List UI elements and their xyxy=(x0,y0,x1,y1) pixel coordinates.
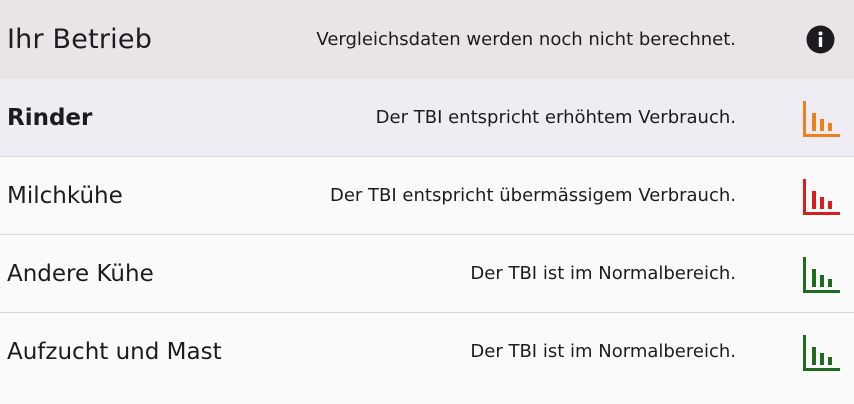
row-name: Andere Kühe xyxy=(7,261,154,287)
page-title: Ihr Betrieb xyxy=(7,24,153,55)
bar-chart-icon[interactable] xyxy=(800,99,840,139)
list-item-aufzucht-und-mast[interactable]: Aufzucht und Mast Der TBI ist im Normalb… xyxy=(0,313,854,404)
row-name: Aufzucht und Mast xyxy=(7,339,222,365)
row-name: Milchkühe xyxy=(7,183,123,209)
header-bar: Ihr Betrieb Vergleichsdaten werden noch … xyxy=(0,0,854,79)
bar-chart-icon[interactable] xyxy=(800,177,840,217)
list-item-milchkuehe[interactable]: Milchkühe Der TBI entspricht übermässige… xyxy=(0,157,854,235)
row-status: Der TBI ist im Normalbereich. xyxy=(470,263,736,284)
list-item-rinder[interactable]: Rinder Der TBI entspricht erhöhtem Verbr… xyxy=(0,79,854,157)
row-name: Rinder xyxy=(7,105,93,131)
bar-chart-icon[interactable] xyxy=(800,255,840,295)
row-status: Der TBI ist im Normalbereich. xyxy=(470,341,736,362)
info-icon[interactable] xyxy=(806,25,835,54)
row-status: Der TBI entspricht übermässigem Verbrauc… xyxy=(329,185,736,206)
row-status: Der TBI entspricht erhöhtem Verbrauch. xyxy=(375,107,736,128)
list-item-andere-kuehe[interactable]: Andere Kühe Der TBI ist im Normalbereich… xyxy=(0,235,854,313)
comparison-status-text: Vergleichsdaten werden noch nicht berech… xyxy=(316,29,736,50)
bar-chart-icon[interactable] xyxy=(800,333,840,373)
